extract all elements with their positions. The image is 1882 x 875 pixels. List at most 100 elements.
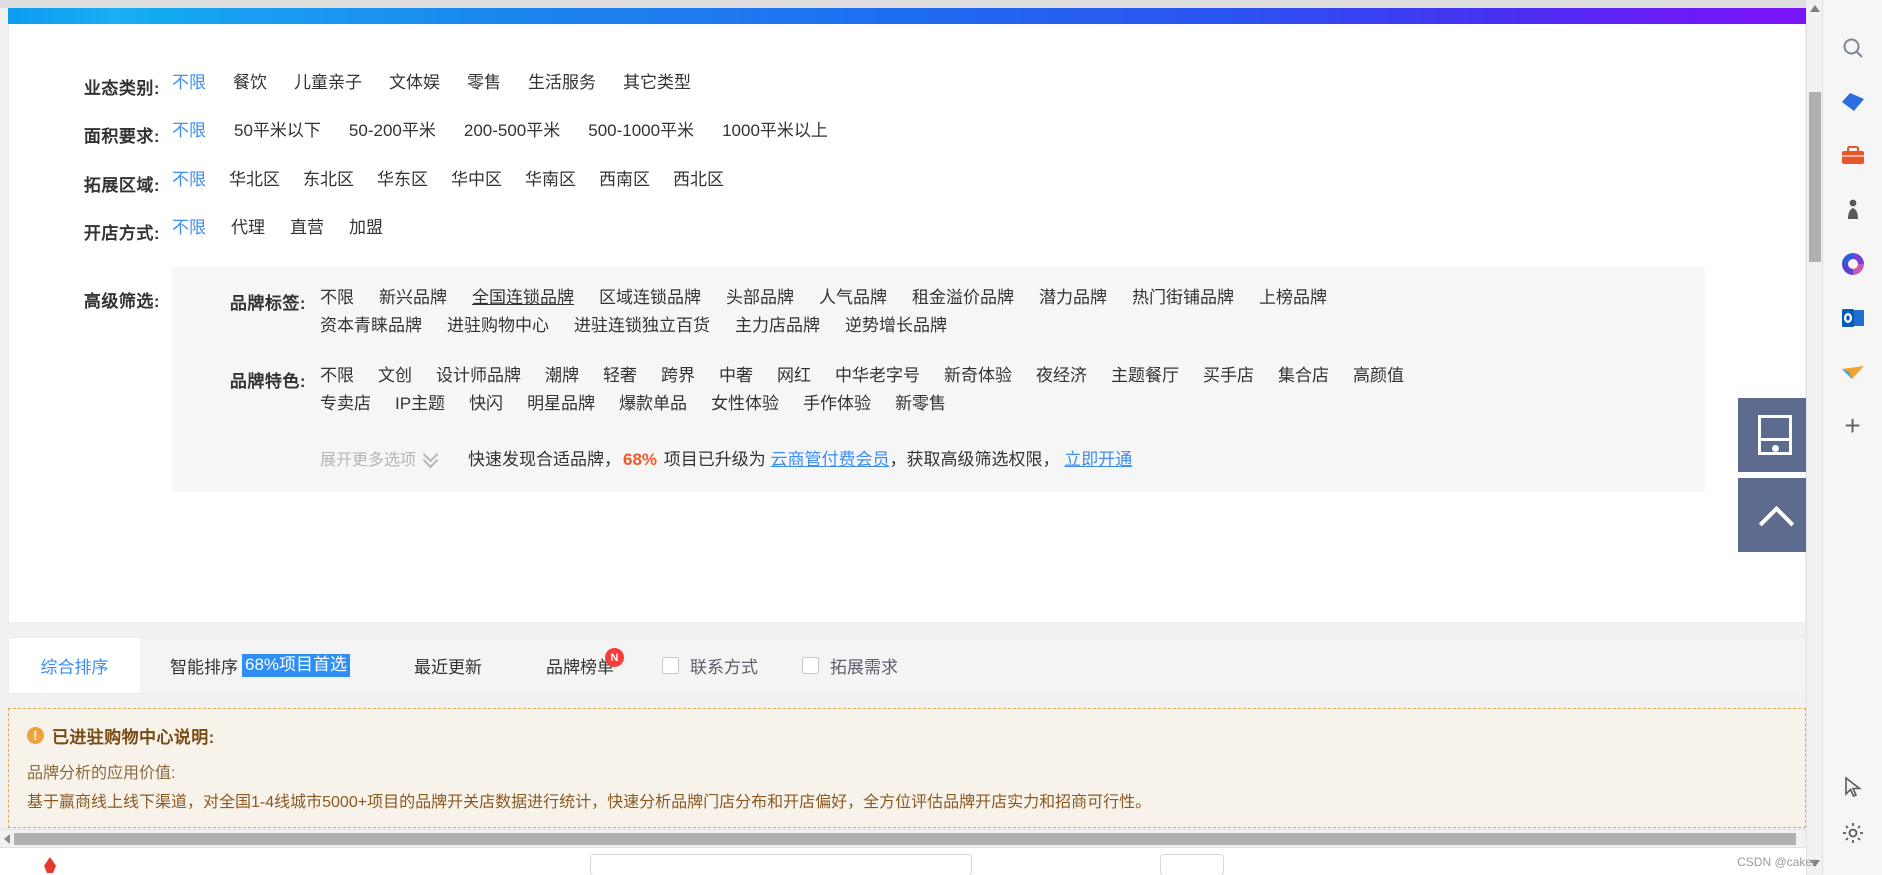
brand-tag-potential[interactable]: 潜力品牌 [1039, 289, 1107, 306]
tab-brand-ranking[interactable]: 品牌榜单 N [494, 638, 626, 693]
brand-feature-mid-luxury[interactable]: 中奢 [719, 367, 753, 384]
brand-feature-celebrity[interactable]: 明星品牌 [527, 395, 595, 412]
filter-option-catering[interactable]: 餐饮 [233, 74, 267, 91]
cursor-icon[interactable] [1839, 773, 1867, 801]
checkbox-contact-info[interactable]: 联系方式 [662, 638, 758, 693]
brand-feature-buyer-store[interactable]: 买手店 [1203, 367, 1254, 384]
copilot-icon[interactable] [1839, 88, 1867, 116]
horizontal-scrollbar[interactable] [0, 829, 1822, 847]
checkbox-expansion-demand-box[interactable] [802, 657, 820, 674]
bottom-input-field[interactable] [590, 854, 972, 875]
brand-tag-emerging[interactable]: 新兴品牌 [379, 289, 447, 306]
edge-drop-icon[interactable] [1839, 358, 1867, 386]
tab-brand-ranking-label: 品牌榜单 [546, 658, 615, 677]
search-icon[interactable] [1839, 34, 1867, 62]
brand-feature-female-experience[interactable]: 女性体验 [711, 395, 779, 412]
top-gradient-banner[interactable] [8, 8, 1806, 24]
filter-option-kids[interactable]: 儿童亲子 [294, 74, 362, 91]
store-model-option-direct[interactable]: 直营 [290, 219, 324, 236]
brand-tag-rent-premium[interactable]: 租金溢价品牌 [912, 289, 1014, 306]
promo-activate-link[interactable]: 立即开通 [1064, 450, 1132, 469]
region-option-unlimited[interactable]: 不限 [172, 171, 206, 188]
brand-feature-hit-product[interactable]: 爆款单品 [619, 395, 687, 412]
brand-feature-novel-experience[interactable]: 新奇体验 [944, 367, 1012, 384]
back-to-top-float-button[interactable] [1738, 478, 1812, 552]
brand-feature-new-retail[interactable]: 新零售 [895, 395, 946, 412]
brand-tag-ranked[interactable]: 上榜品牌 [1259, 289, 1327, 306]
brand-tag-in-chain-dept-store[interactable]: 进驻连锁独立百货 [574, 317, 710, 334]
brand-feature-time-honored[interactable]: 中华老字号 [835, 367, 920, 384]
plus-glyph: + [1844, 410, 1861, 441]
tab-smart-sort[interactable]: 智能排序 68%项目首选 [140, 638, 362, 693]
brand-feature-cultural-creative[interactable]: 文创 [378, 367, 412, 384]
promo-membership-link[interactable]: 云商管付费会员 [771, 450, 890, 469]
brand-feature-influencer[interactable]: 网红 [777, 367, 811, 384]
region-option-southwest[interactable]: 西南区 [599, 171, 650, 188]
brand-feature-high-aesthetics[interactable]: 高颜值 [1353, 367, 1404, 384]
brand-tag-counter-trend-growth[interactable]: 逆势增长品牌 [845, 317, 947, 334]
region-option-south-china[interactable]: 华南区 [525, 171, 576, 188]
region-option-central-china[interactable]: 华中区 [451, 171, 502, 188]
filter-option-culture-sports[interactable]: 文体娱 [389, 74, 440, 91]
bottom-small-button[interactable] [1160, 854, 1224, 875]
filter-option-retail[interactable]: 零售 [467, 74, 501, 91]
brand-feature-handcraft-experience[interactable]: 手作体验 [803, 395, 871, 412]
brand-tag-national-chain[interactable]: 全国连锁品牌 [472, 289, 574, 306]
brand-tag-capital-favored[interactable]: 资本青睐品牌 [320, 317, 422, 334]
brand-feature-unlimited[interactable]: 不限 [320, 367, 354, 384]
brand-tag-hot-street-shop[interactable]: 热门街铺品牌 [1132, 289, 1234, 306]
checkbox-expansion-demand[interactable]: 拓展需求 [802, 638, 898, 693]
brand-feature-light-luxury[interactable]: 轻奢 [603, 367, 637, 384]
qr-code-float-button[interactable] [1738, 398, 1812, 472]
scroll-up-arrow-icon[interactable] [1810, 4, 1820, 14]
brand-tag-in-mall[interactable]: 进驻购物中心 [447, 317, 549, 334]
brand-tag-anchor-store[interactable]: 主力店品牌 [735, 317, 820, 334]
brand-feature-specialty-store[interactable]: 专卖店 [320, 395, 371, 412]
outlook-icon[interactable] [1839, 304, 1867, 332]
filter-option-other-types[interactable]: 其它类型 [623, 74, 691, 91]
brand-tag-unlimited[interactable]: 不限 [320, 289, 354, 306]
entered-mall-notice: ! 已进驻购物中心说明: 品牌分析的应用价值: 基于赢商线上线下渠道，对全国1-… [8, 708, 1806, 828]
horizontal-scrollbar-thumb[interactable] [14, 833, 1796, 845]
settings-icon[interactable] [1839, 819, 1867, 847]
brand-feature-crossover[interactable]: 跨界 [661, 367, 695, 384]
shopping-icon[interactable] [1839, 142, 1867, 170]
region-option-north-china[interactable]: 华北区 [229, 171, 280, 188]
checkbox-contact-info-box[interactable] [662, 657, 680, 674]
brand-feature-collection-store[interactable]: 集合店 [1278, 367, 1329, 384]
tab-comprehensive-sort[interactable]: 综合排序 [9, 638, 140, 693]
vertical-scrollbar[interactable] [1806, 0, 1822, 875]
tab-recently-updated[interactable]: 最近更新 [362, 638, 494, 693]
brand-tag-regional-chain[interactable]: 区域连锁品牌 [599, 289, 701, 306]
region-option-northeast[interactable]: 东北区 [303, 171, 354, 188]
brand-feature-theme-restaurant[interactable]: 主题餐厅 [1111, 367, 1179, 384]
filter-option-life-services[interactable]: 生活服务 [528, 74, 596, 91]
scroll-left-arrow-icon[interactable] [2, 833, 12, 845]
area-option-unlimited[interactable]: 不限 [172, 122, 206, 139]
brand-feature-trendy[interactable]: 潮牌 [545, 367, 579, 384]
area-option-200-500[interactable]: 200-500平米 [464, 122, 560, 139]
filter-options-area-requirement: 不限 50平米以下 50-200平米 200-500平米 500-1000平米 … [172, 122, 1805, 139]
brand-tag-popular[interactable]: 人气品牌 [819, 289, 887, 306]
brand-tag-leading[interactable]: 头部品牌 [726, 289, 794, 306]
area-option-under-50[interactable]: 50平米以下 [234, 122, 321, 139]
region-option-east-china[interactable]: 华东区 [377, 171, 428, 188]
store-model-option-franchise[interactable]: 加盟 [349, 219, 383, 236]
games-icon[interactable] [1839, 196, 1867, 224]
microsoft-365-icon[interactable] [1839, 250, 1867, 278]
brand-feature-designer[interactable]: 设计师品牌 [436, 367, 521, 384]
region-option-northwest[interactable]: 西北区 [673, 171, 724, 188]
area-option-500-1000[interactable]: 500-1000平米 [588, 122, 694, 139]
store-model-option-unlimited[interactable]: 不限 [172, 219, 206, 236]
vertical-scrollbar-thumb[interactable] [1809, 92, 1821, 262]
store-model-option-agency[interactable]: 代理 [231, 219, 265, 236]
filter-option-unlimited[interactable]: 不限 [172, 74, 206, 91]
brand-feature-pop-up[interactable]: 快闪 [469, 395, 503, 412]
add-icon[interactable]: + [1839, 412, 1867, 440]
expand-more-options-button[interactable]: 展开更多选项 [320, 446, 438, 470]
area-option-over-1000[interactable]: 1000平米以上 [722, 122, 828, 139]
brand-feature-ip-theme[interactable]: IP主题 [395, 395, 445, 412]
filter-row-area-requirement: 面积要求: 不限 50平米以下 50-200平米 200-500平米 500-1… [9, 122, 1805, 147]
brand-feature-night-economy[interactable]: 夜经济 [1036, 367, 1087, 384]
area-option-50-200[interactable]: 50-200平米 [349, 122, 436, 139]
